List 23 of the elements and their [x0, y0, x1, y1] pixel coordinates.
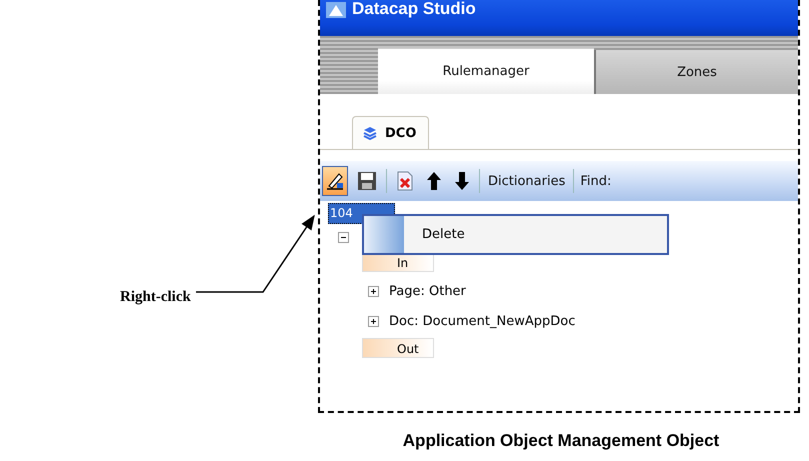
pencil-button[interactable]: [322, 166, 348, 196]
port-label: Out: [362, 338, 434, 358]
tree-item[interactable]: Page: Other: [389, 284, 466, 298]
document-tab[interactable]: DCO: [352, 116, 430, 149]
expand-icon[interactable]: [368, 316, 379, 326]
delete-document-icon: [396, 171, 414, 191]
tree-item[interactable]: Doc: Document_NewAppDoc: [389, 314, 576, 328]
app-icon: [326, 2, 346, 18]
pencil-icon: [325, 171, 345, 191]
dictionaries-button[interactable]: Dictionaries: [486, 174, 568, 188]
expand-icon[interactable]: [368, 286, 379, 296]
collapse-icon[interactable]: [338, 232, 349, 242]
find-label: Find:: [580, 174, 612, 188]
figure-caption: Application Object Management Object: [402, 431, 720, 451]
tab[interactable]: Zones: [594, 50, 798, 94]
layers-icon: [363, 126, 377, 140]
annotation-label: Right-click: [120, 289, 191, 306]
tab[interactable]: Rulemanager: [378, 48, 594, 94]
save-icon: [357, 171, 377, 191]
up-arrow-icon: [426, 171, 442, 191]
window-title: Datacap Studio: [352, 0, 476, 18]
down-arrow-icon: [454, 171, 470, 191]
menu-item[interactable]: Delete: [364, 216, 667, 253]
